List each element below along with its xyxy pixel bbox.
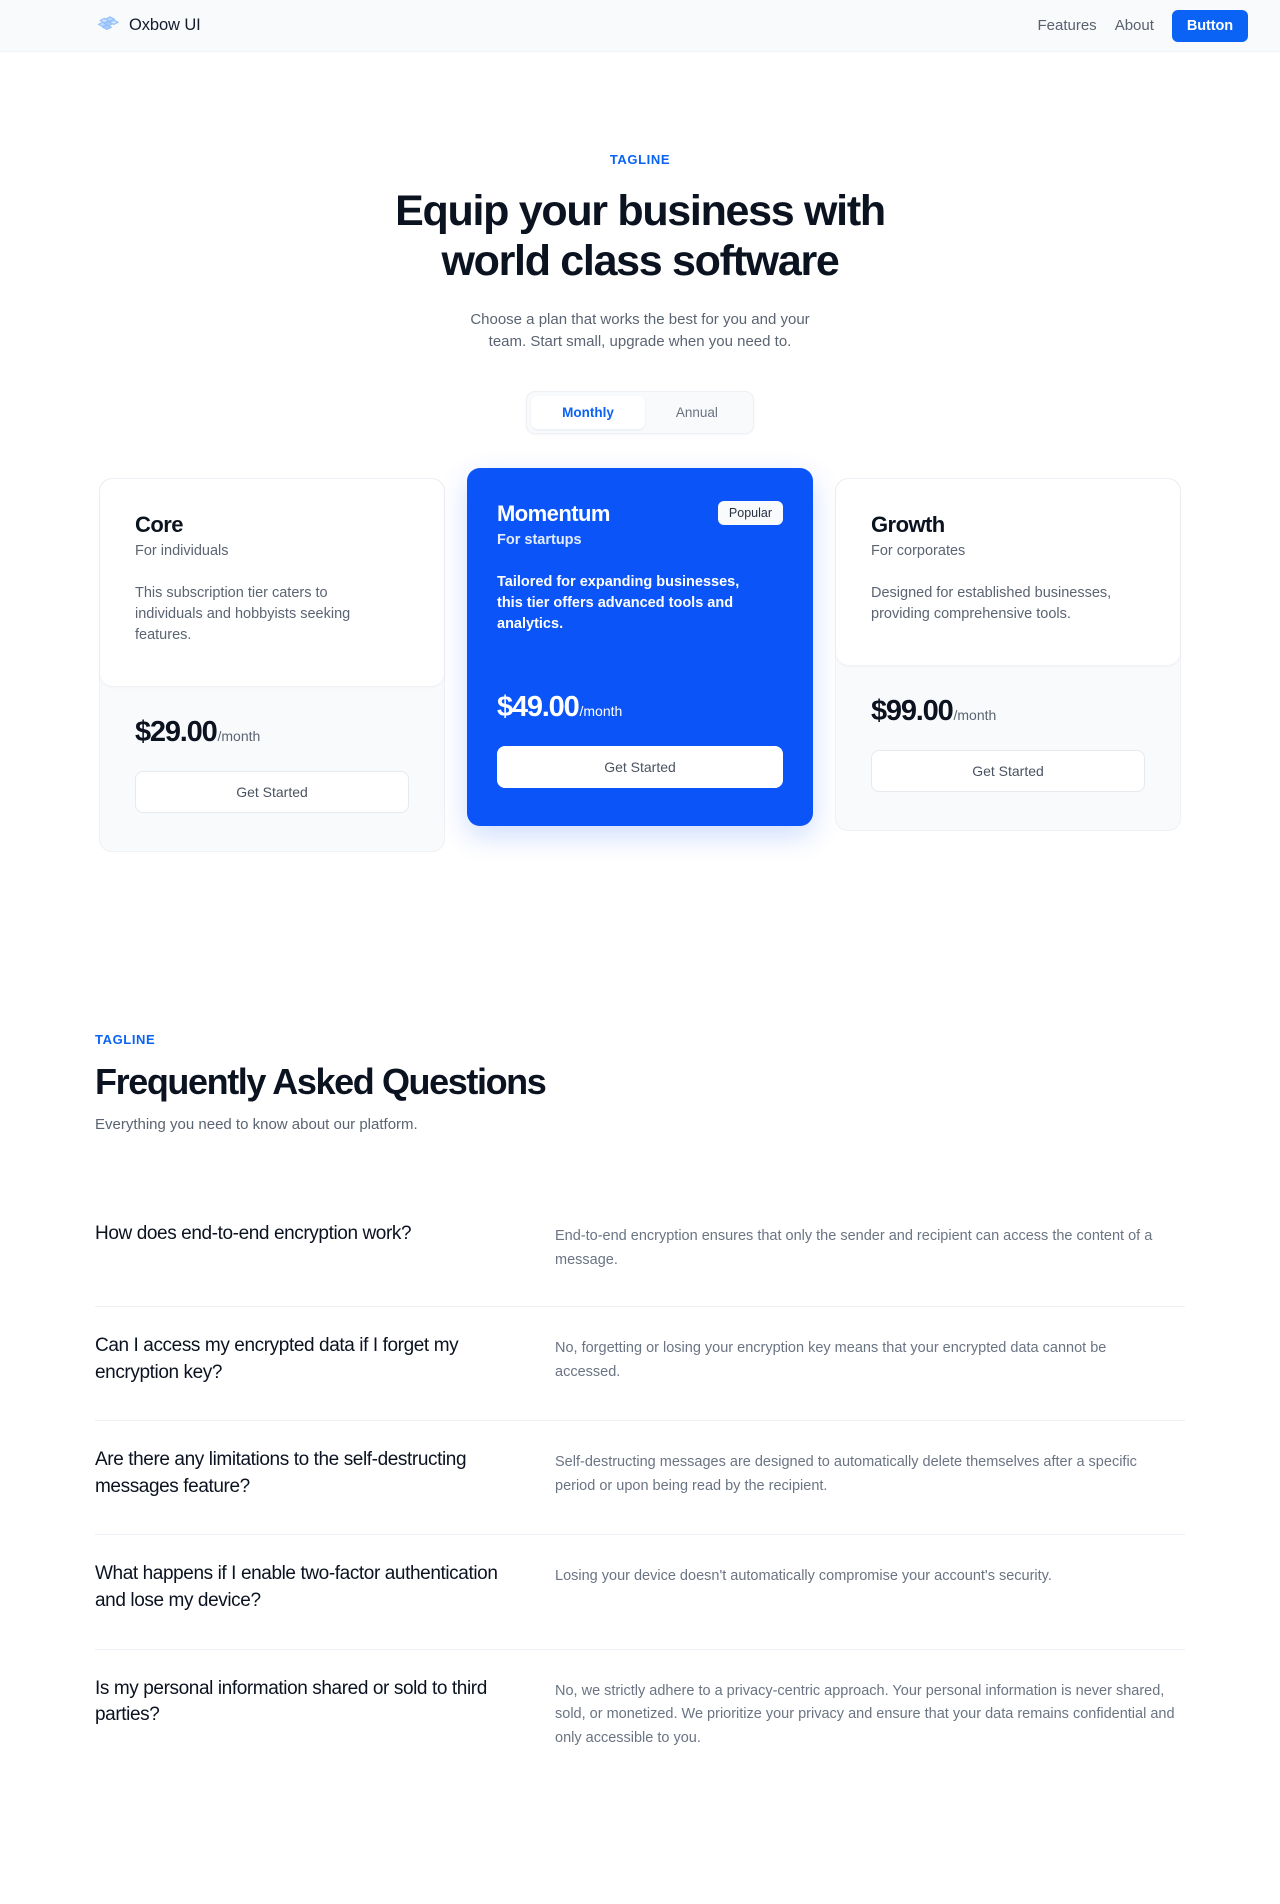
hero-title-line-2: world class software: [441, 237, 840, 286]
faq-question: Can I access my encrypted data if I forg…: [95, 1335, 459, 1383]
pricing-cards-section: Core For individuals This subscription t…: [0, 467, 1280, 853]
faq-item: What happens if I enable two-factor auth…: [95, 1535, 1185, 1650]
plan-name: Growth: [871, 511, 945, 537]
cubes-logo-icon: [94, 13, 120, 39]
plan-price-period: /month: [579, 703, 623, 720]
plan-description: This subscription tier caters to individ…: [135, 584, 351, 643]
plan-price-period: /month: [217, 728, 261, 745]
brand-name: Oxbow UI: [129, 16, 201, 34]
pricing-card-footer: $99.00 /month Get Started: [836, 695, 1180, 792]
plan-description: Tailored for expanding businesses, this …: [497, 573, 740, 632]
plan-audience: For individuals: [135, 542, 229, 559]
pricing-card-header-row: Momentum Popular: [497, 500, 783, 527]
faq-answer: No, we strictly adhere to a privacy-cent…: [555, 1682, 1175, 1746]
faq-tagline: TAGLINE: [95, 1032, 156, 1048]
pricing-card-header-row: Growth: [871, 512, 1145, 538]
hero-section: TAGLINE Equip your business with world c…: [0, 52, 1280, 434]
get-started-button[interactable]: Get Started: [135, 771, 409, 814]
pricing-card-header: Core For individuals This subscription t…: [100, 478, 444, 687]
billing-option-monthly[interactable]: Monthly: [531, 395, 645, 429]
plan-name: Core: [135, 511, 183, 537]
plan-name: Momentum: [497, 500, 610, 526]
pricing-card-growth: Growth For corporates Designed for estab…: [835, 477, 1181, 831]
faq-list: How does end-to-end encryption work? End…: [95, 1195, 1185, 1784]
get-started-button[interactable]: Get Started: [497, 746, 783, 789]
top-navigation-bar: Oxbow UI Features About Button: [0, 0, 1280, 52]
faq-answer: No, forgetting or losing your encryption…: [555, 1340, 1107, 1380]
nav-links-group: Features About Button: [1037, 9, 1248, 42]
plan-price: $99.00: [871, 694, 954, 727]
billing-period-toggle[interactable]: Monthly Annual: [526, 390, 754, 434]
plan-price: $29.00: [135, 716, 218, 749]
plan-description: Designed for established businesses, pro…: [871, 584, 1112, 622]
billing-option-annual[interactable]: Annual: [645, 396, 749, 429]
billing-toggle-wrapper: Monthly Annual: [0, 390, 1280, 434]
faq-item: Are there any limitations to the self-de…: [95, 1421, 1185, 1536]
pricing-card-header: Growth For corporates Designed for estab…: [836, 478, 1180, 665]
plan-price-row: $49.00 /month: [497, 691, 783, 724]
nav-cta-button[interactable]: Button: [1171, 9, 1248, 42]
faq-question: What happens if I enable two-factor auth…: [95, 1563, 498, 1611]
faq-subtitle: Everything you need to know about our pl…: [95, 1116, 418, 1134]
faq-question: How does end-to-end encryption work?: [95, 1223, 412, 1245]
hero-title-line-1: Equip your business with: [395, 187, 886, 235]
nav-link-about[interactable]: About: [1115, 17, 1154, 34]
plan-price: $49.00: [497, 691, 580, 724]
hero-subtitle: Choose a plan that works the best for yo…: [470, 310, 810, 351]
faq-answer: End-to-end encryption ensures that only …: [555, 1228, 1153, 1268]
pricing-card-footer: $49.00 /month Get Started: [467, 691, 813, 789]
hero-tagline: TAGLINE: [609, 152, 671, 167]
get-started-button[interactable]: Get Started: [871, 749, 1145, 792]
plan-audience: For corporates: [871, 542, 966, 559]
faq-title: Frequently Asked Questions: [95, 1061, 547, 1103]
faq-section: TAGLINE Frequently Asked Questions Every…: [0, 1032, 1280, 1904]
faq-item: Is my personal information shared or sol…: [95, 1650, 1185, 1784]
brand-logo-link[interactable]: Oxbow UI: [94, 13, 201, 39]
pricing-card-core: Core For individuals This subscription t…: [99, 477, 445, 853]
pricing-card-footer: $29.00 /month Get Started: [100, 716, 444, 814]
plan-price-period: /month: [953, 706, 997, 723]
hero-title: Equip your business with world class sof…: [0, 186, 1280, 287]
faq-answer: Losing your device doesn't automatically…: [555, 1568, 1052, 1585]
pricing-card-momentum: Momentum Popular For startups Tailored f…: [467, 467, 813, 827]
faq-answer: Self-destructing messages are designed t…: [555, 1454, 1137, 1494]
faq-item: Can I access my encrypted data if I forg…: [95, 1307, 1185, 1422]
nav-link-features[interactable]: Features: [1037, 17, 1096, 34]
faq-item: How does end-to-end encryption work? End…: [95, 1195, 1185, 1308]
faq-question: Are there any limitations to the self-de…: [95, 1449, 467, 1497]
plan-audience: For startups: [497, 531, 582, 548]
faq-question: Is my personal information shared or sol…: [95, 1677, 487, 1726]
pricing-card-header-row: Core: [135, 512, 409, 538]
plan-price-row: $99.00 /month: [871, 695, 1145, 728]
pricing-card-header: Momentum Popular For startups Tailored f…: [467, 468, 813, 669]
popular-badge: Popular: [717, 500, 783, 525]
plan-price-row: $29.00 /month: [135, 716, 409, 749]
